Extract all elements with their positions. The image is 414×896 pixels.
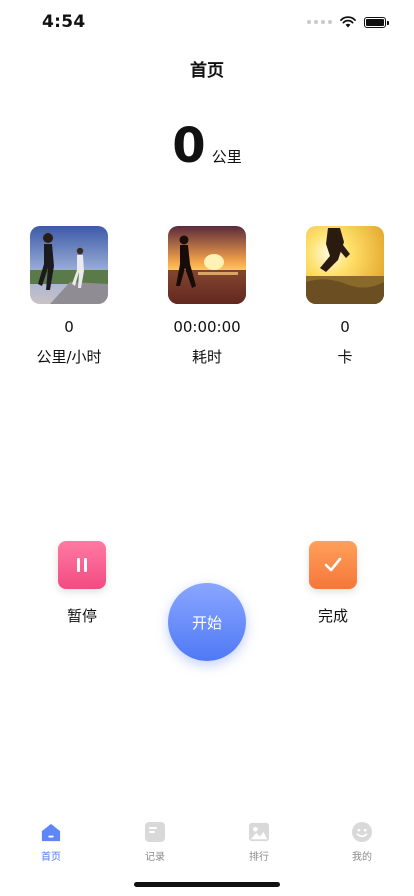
- battery-icon: [364, 16, 389, 28]
- sunlit-runner-photo: [306, 226, 384, 304]
- home-icon: [41, 822, 61, 842]
- done-label: 完成: [317, 607, 348, 625]
- stat-speed: 0 公里/小时: [4, 226, 134, 367]
- stat-speed-label: 公里/小时: [36, 348, 102, 366]
- tab-record[interactable]: 记录: [125, 822, 185, 863]
- page-title: 首页: [190, 61, 224, 81]
- distance-unit: 公里: [211, 148, 242, 166]
- stat-duration-value: 00:00:00: [173, 318, 241, 336]
- status-bar: 4:54: [0, 0, 414, 44]
- done-action[interactable]: 完成: [283, 541, 383, 626]
- pause-icon: [77, 558, 87, 572]
- tab-profile-label: 我的: [352, 852, 372, 863]
- status-time: 4:54: [42, 12, 86, 32]
- pause-action[interactable]: 暂停: [32, 541, 132, 626]
- stat-calories-value: 0: [340, 318, 350, 336]
- pause-label: 暂停: [66, 607, 97, 625]
- cellular-signal-icon: [307, 20, 332, 24]
- pause-button[interactable]: [58, 541, 106, 589]
- tab-home-label: 首页: [41, 852, 61, 863]
- tab-bar: 首页 记录 排行 我的: [0, 812, 414, 868]
- tab-ranking[interactable]: 排行: [229, 822, 289, 863]
- sunset-runner-photo: [168, 226, 246, 304]
- ranking-icon: [249, 822, 269, 842]
- record-icon: [145, 822, 165, 842]
- stat-speed-value: 0: [64, 318, 74, 336]
- stat-duration: 00:00:00 耗时: [142, 226, 272, 367]
- profile-icon: [352, 822, 372, 842]
- stat-duration-label: 耗时: [191, 348, 222, 366]
- tab-ranking-label: 排行: [249, 852, 269, 863]
- distance-value: 0: [172, 118, 206, 174]
- tab-profile[interactable]: 我的: [332, 822, 392, 863]
- tab-home[interactable]: 首页: [21, 822, 81, 863]
- stat-calories: 0 卡: [280, 226, 410, 367]
- runners-road-photo: [30, 226, 108, 304]
- checkmark-icon: [324, 557, 342, 572]
- tab-record-label: 记录: [145, 852, 165, 863]
- status-indicators: [307, 16, 389, 28]
- stat-calories-label: 卡: [337, 348, 353, 366]
- wifi-icon: [340, 16, 356, 28]
- home-indicator[interactable]: [134, 882, 280, 887]
- distance-display: 0 公里: [0, 122, 414, 170]
- done-button[interactable]: [309, 541, 357, 589]
- start-button[interactable]: 开始: [168, 583, 246, 661]
